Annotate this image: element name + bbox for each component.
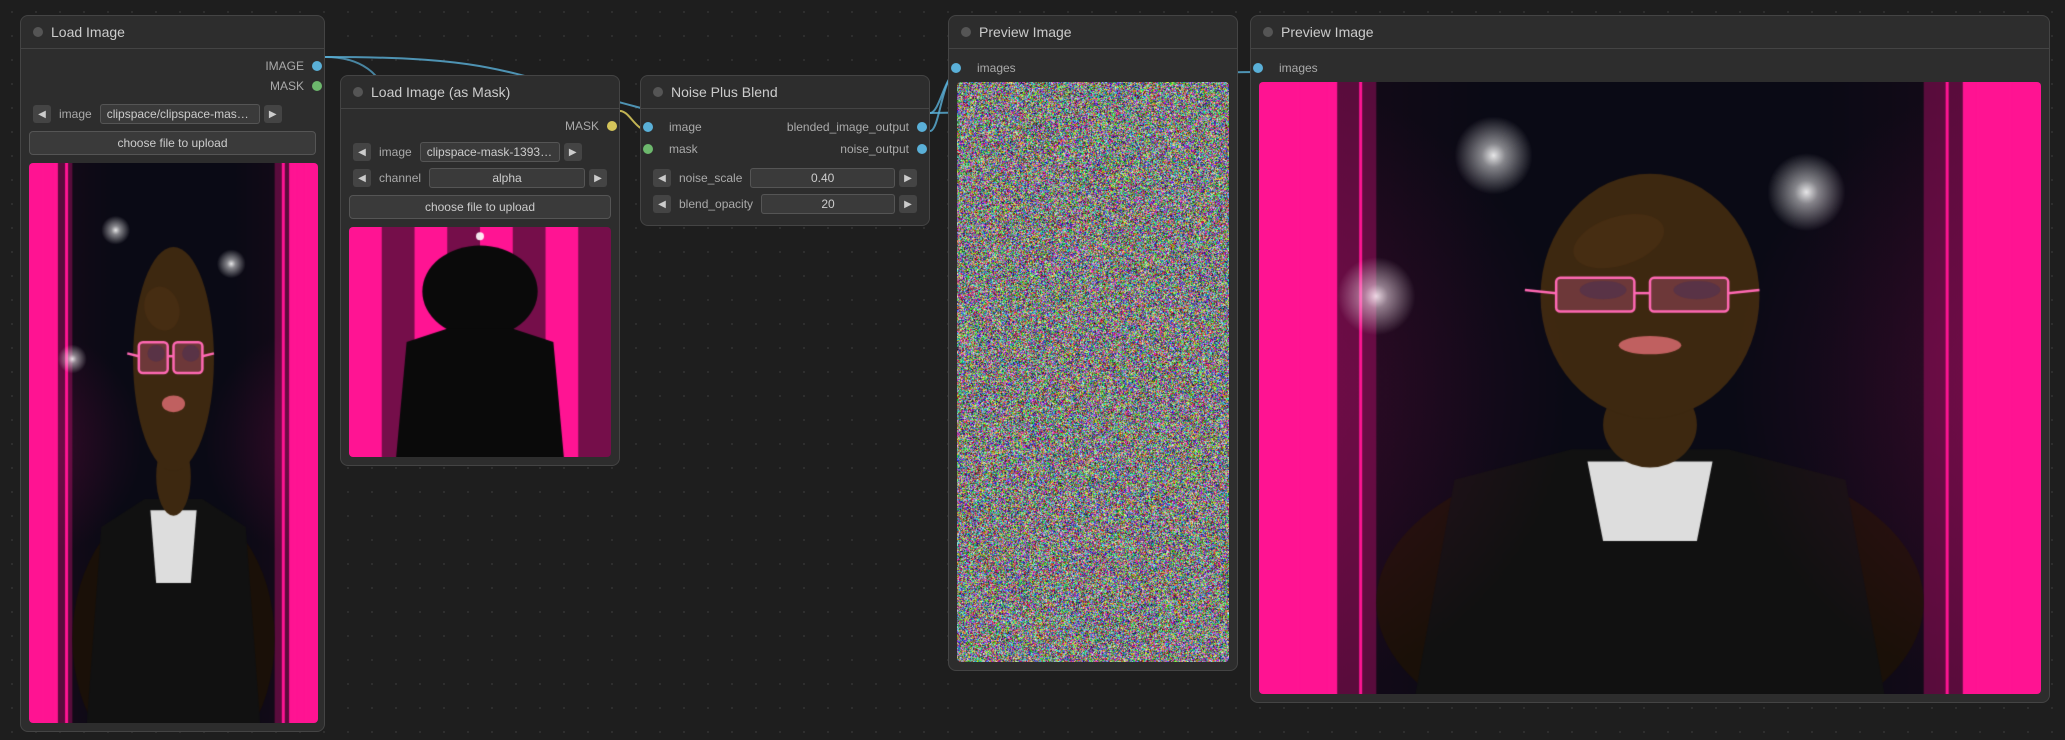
load-mask-upload-btn[interactable]: choose file to upload bbox=[349, 195, 611, 219]
mask-out-label: MASK bbox=[266, 79, 308, 93]
image-next-btn[interactable]: ▶ bbox=[264, 105, 282, 123]
preview1-images-port[interactable] bbox=[951, 63, 961, 73]
preview2-body: images bbox=[1251, 49, 2049, 702]
preview2-header: Preview Image bbox=[1251, 16, 2049, 49]
image-input-row: ◀ image clipspace/clipspace-mask-142555.… bbox=[29, 101, 316, 127]
noise-blend-node: Noise Plus Blend image blended_image_out… bbox=[640, 75, 930, 226]
mask-image-prev-btn[interactable]: ◀ bbox=[353, 143, 371, 161]
preview1-title: Preview Image bbox=[979, 24, 1072, 40]
load-mask-body: MASK ◀ image clipspace-mask-1393476.9.pn… bbox=[341, 109, 619, 465]
noise-scale-row: ◀ noise_scale 0.40 ▶ bbox=[649, 165, 921, 191]
noise-out-label: noise_output bbox=[836, 142, 913, 156]
preview1-images-label: images bbox=[973, 61, 1020, 75]
load-image-upload-btn[interactable]: choose file to upload bbox=[29, 131, 316, 155]
image-filename[interactable]: clipspace/clipspace-mask-142555... bbox=[100, 104, 260, 124]
noise-blend-body: image blended_image_output mask noise_ou… bbox=[641, 109, 929, 225]
image-output-port[interactable] bbox=[312, 61, 322, 71]
load-image-preview bbox=[29, 163, 318, 723]
image-in-label: image bbox=[665, 120, 706, 134]
load-image-body: IMAGE MASK ◀ image clipspace/clipspace-m… bbox=[21, 49, 324, 731]
channel-next-btn[interactable]: ▶ bbox=[589, 169, 607, 187]
blend-opacity-label: blend_opacity bbox=[675, 197, 757, 211]
load-mask-title: Load Image (as Mask) bbox=[371, 84, 510, 100]
noise-scale-next-btn[interactable]: ▶ bbox=[899, 169, 917, 187]
preview2-portrait-image bbox=[1259, 82, 2041, 694]
load-mask-preview bbox=[349, 227, 611, 457]
noise-blend-status-dot bbox=[653, 87, 663, 97]
noise-scale-label: noise_scale bbox=[675, 171, 746, 185]
mask-image-input-row: ◀ image clipspace-mask-1393476.9.png ▶ bbox=[349, 139, 611, 165]
mask-output-port-2[interactable] bbox=[607, 121, 617, 131]
channel-prev-btn[interactable]: ◀ bbox=[353, 169, 371, 187]
image-out-label: IMAGE bbox=[261, 59, 308, 73]
channel-input-row: ◀ channel alpha ▶ bbox=[349, 165, 611, 191]
noise-blend-header: Noise Plus Blend bbox=[641, 76, 929, 109]
load-mask-node: Load Image (as Mask) MASK ◀ image clipsp… bbox=[340, 75, 620, 466]
blend-opacity-value[interactable]: 20 bbox=[761, 194, 895, 214]
mask-out-port-label: MASK bbox=[561, 119, 603, 133]
preview1-noise-image bbox=[957, 82, 1229, 662]
blend-opacity-row: ◀ blend_opacity 20 ▶ bbox=[649, 191, 921, 217]
blend-opacity-next-btn[interactable]: ▶ bbox=[899, 195, 917, 213]
mask-image-label: image bbox=[375, 145, 416, 159]
blended-output-port[interactable] bbox=[917, 122, 927, 132]
image-input-port[interactable] bbox=[643, 122, 653, 132]
mask-image-filename[interactable]: clipspace-mask-1393476.9.png bbox=[420, 142, 560, 162]
noise-output-port[interactable] bbox=[917, 144, 927, 154]
image-field-label: image bbox=[55, 107, 96, 121]
load-mask-header: Load Image (as Mask) bbox=[341, 76, 619, 109]
preview2-status-dot bbox=[1263, 27, 1273, 37]
preview1-status-dot bbox=[961, 27, 971, 37]
preview2-images-port[interactable] bbox=[1253, 63, 1263, 73]
mask-node-status-dot bbox=[353, 87, 363, 97]
preview2-images-label: images bbox=[1275, 61, 1322, 75]
noise-blend-title: Noise Plus Blend bbox=[671, 84, 778, 100]
mask-input-port[interactable] bbox=[643, 144, 653, 154]
mask-in-label: mask bbox=[665, 142, 702, 156]
preview1-header: Preview Image bbox=[949, 16, 1237, 49]
preview2-title: Preview Image bbox=[1281, 24, 1374, 40]
image-prev-btn[interactable]: ◀ bbox=[33, 105, 51, 123]
mask-output-port[interactable] bbox=[312, 81, 322, 91]
channel-label: channel bbox=[375, 171, 425, 185]
preview1-body: images bbox=[949, 49, 1237, 670]
noise-scale-prev-btn[interactable]: ◀ bbox=[653, 169, 671, 187]
preview-image-1-node: Preview Image images bbox=[948, 15, 1238, 671]
node-status-dot bbox=[33, 27, 43, 37]
channel-value[interactable]: alpha bbox=[429, 168, 585, 188]
blend-opacity-prev-btn[interactable]: ◀ bbox=[653, 195, 671, 213]
preview-image-2-node: Preview Image images bbox=[1250, 15, 2050, 703]
load-image-node: Load Image IMAGE MASK ◀ image clipspace/… bbox=[20, 15, 325, 732]
noise-scale-value[interactable]: 0.40 bbox=[750, 168, 895, 188]
mask-image-next-btn[interactable]: ▶ bbox=[564, 143, 582, 161]
load-image-title: Load Image bbox=[51, 24, 125, 40]
load-image-header: Load Image bbox=[21, 16, 324, 49]
blended-out-label: blended_image_output bbox=[783, 120, 913, 134]
